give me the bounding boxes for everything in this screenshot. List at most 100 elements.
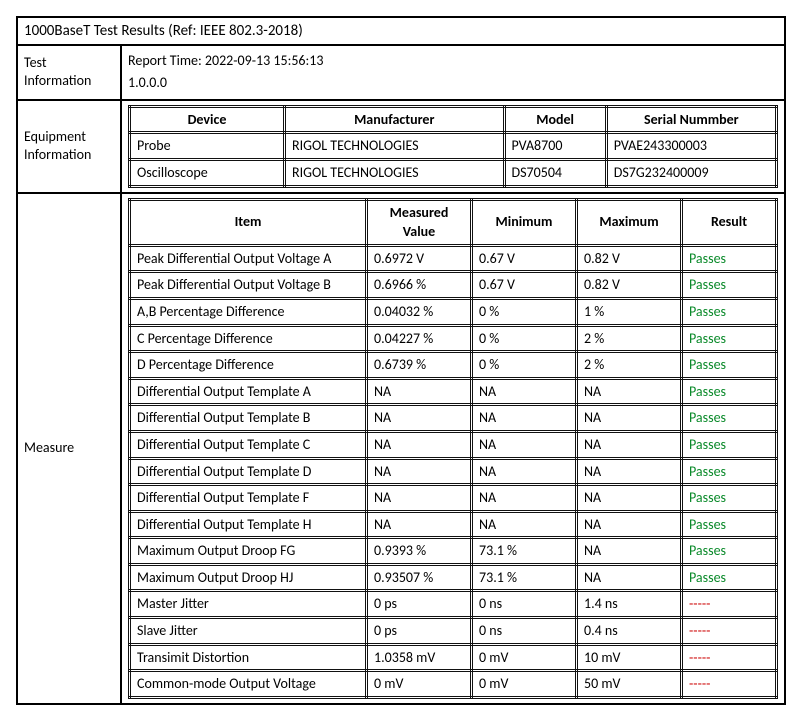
equipment-cell: RIGOL TECHNOLOGIES (285, 133, 505, 160)
measure-cell: 0.93507 % (367, 564, 472, 591)
measure-cell: 73.1 % (472, 564, 577, 591)
measure-cell: Peak Differential Output Voltage B (130, 272, 367, 299)
result-cell: Passes (682, 564, 777, 591)
measure-cell: NA (577, 485, 682, 512)
measure-cell: NA (367, 378, 472, 405)
equipment-content: DeviceManufacturerModelSerial Nummber Pr… (121, 100, 785, 193)
report-time: Report Time: 2022-09-13 15:56:13 (128, 50, 778, 72)
measure-cell: Master Jitter (130, 591, 367, 618)
result-cell: Passes (682, 245, 777, 272)
measure-cell: 0.9393 % (367, 538, 472, 565)
report-table: 1000BaseT Test Results (Ref: IEEE 802.3-… (16, 16, 786, 705)
equipment-header-row: DeviceManufacturerModelSerial Nummber (130, 106, 777, 133)
measure-cell: NA (472, 511, 577, 538)
measure-cell: Common-mode Output Voltage (130, 671, 367, 698)
equipment-row: OscilloscopeRIGOL TECHNOLOGIESDS70504DS7… (130, 159, 777, 186)
measure-cell: NA (367, 431, 472, 458)
measure-cell: 73.1 % (472, 538, 577, 565)
measure-cell: 0.67 V (472, 272, 577, 299)
section-label-test-info: Test Information (17, 45, 121, 100)
measure-cell: Differential Output Template H (130, 511, 367, 538)
measure-header-cell: Result (682, 199, 777, 245)
measure-cell: 0 mV (472, 671, 577, 698)
measure-cell: 0 mV (367, 671, 472, 698)
measure-cell: NA (577, 405, 682, 432)
measure-cell: NA (577, 431, 682, 458)
equipment-cell: Oscilloscope (130, 159, 285, 186)
equipment-row: ProbeRIGOL TECHNOLOGIESPVA8700PVAE243300… (130, 133, 777, 160)
result-cell: Passes (682, 431, 777, 458)
equipment-header-cell: Manufacturer (285, 106, 505, 133)
report-title: 1000BaseT Test Results (Ref: IEEE 802.3-… (17, 17, 785, 45)
measure-cell: NA (472, 405, 577, 432)
measure-cell: NA (367, 485, 472, 512)
measure-cell: 0.6739 % (367, 352, 472, 379)
measure-cell: NA (577, 378, 682, 405)
measure-cell: 2 % (577, 325, 682, 352)
measure-row: Differential Output Template FNANANAPass… (130, 485, 777, 512)
measure-cell: 0.04032 % (367, 298, 472, 325)
equipment-cell: Probe (130, 133, 285, 160)
result-cell: ----- (682, 618, 777, 645)
measure-row: Peak Differential Output Voltage A0.6972… (130, 245, 777, 272)
result-cell: Passes (682, 378, 777, 405)
measure-row: Maximum Output Droop HJ0.93507 %73.1 %NA… (130, 564, 777, 591)
measure-cell: 0.4 ns (577, 618, 682, 645)
measure-cell: 0 ns (472, 618, 577, 645)
result-cell: Passes (682, 352, 777, 379)
measure-cell: 1.0358 mV (367, 644, 472, 671)
measure-cell: Peak Differential Output Voltage A (130, 245, 367, 272)
measure-cell: 0 % (472, 325, 577, 352)
equipment-table: DeviceManufacturerModelSerial Nummber Pr… (128, 105, 778, 188)
measure-cell: 0 % (472, 352, 577, 379)
measure-cell: 0.6966 % (367, 272, 472, 299)
measure-cell: Maximum Output Droop HJ (130, 564, 367, 591)
measure-content: ItemMeasured ValueMinimumMaximumResult P… (121, 193, 785, 704)
measure-cell: C Percentage Difference (130, 325, 367, 352)
measure-cell: NA (367, 458, 472, 485)
measure-header-cell: Maximum (577, 199, 682, 245)
measure-cell: NA (367, 405, 472, 432)
measure-cell: NA (577, 564, 682, 591)
measure-cell: Differential Output Template A (130, 378, 367, 405)
measure-cell: 0.04227 % (367, 325, 472, 352)
measure-cell: 1 % (577, 298, 682, 325)
measure-row: A,B Percentage Difference0.04032 %0 %1 %… (130, 298, 777, 325)
result-cell: Passes (682, 485, 777, 512)
result-cell: Passes (682, 538, 777, 565)
measure-row: Common-mode Output Voltage0 mV0 mV50 mV-… (130, 671, 777, 698)
measure-header-cell: Item (130, 199, 367, 245)
measure-cell: 50 mV (577, 671, 682, 698)
report-version: 1.0.0.0 (128, 72, 778, 94)
measure-row: D Percentage Difference0.6739 %0 %2 %Pas… (130, 352, 777, 379)
equipment-cell: DS7G232400009 (606, 159, 776, 186)
measure-cell: 0.82 V (577, 272, 682, 299)
measure-cell: NA (472, 378, 577, 405)
measure-cell: 0 % (472, 298, 577, 325)
equipment-cell: DS70504 (504, 159, 606, 186)
measure-cell: 0.67 V (472, 245, 577, 272)
measure-row: Differential Output Template BNANANAPass… (130, 405, 777, 432)
measure-cell: Maximum Output Droop FG (130, 538, 367, 565)
measure-cell: 10 mV (577, 644, 682, 671)
test-info-content: Report Time: 2022-09-13 15:56:13 1.0.0.0 (121, 45, 785, 100)
measure-row: Differential Output Template ANANANAPass… (130, 378, 777, 405)
measure-cell: Differential Output Template D (130, 458, 367, 485)
measure-cell: 0.82 V (577, 245, 682, 272)
equipment-header-cell: Serial Nummber (606, 106, 776, 133)
measure-row: Maximum Output Droop FG0.9393 %73.1 %NAP… (130, 538, 777, 565)
measure-row: Slave Jitter0 ps0 ns0.4 ns----- (130, 618, 777, 645)
result-cell: Passes (682, 272, 777, 299)
result-cell: ----- (682, 671, 777, 698)
equipment-cell: PVAE243300003 (606, 133, 776, 160)
result-cell: Passes (682, 325, 777, 352)
result-cell: ----- (682, 644, 777, 671)
measure-cell: NA (577, 511, 682, 538)
result-cell: Passes (682, 298, 777, 325)
measure-row: Differential Output Template HNANANAPass… (130, 511, 777, 538)
measure-cell: 0 mV (472, 644, 577, 671)
measure-cell: D Percentage Difference (130, 352, 367, 379)
equipment-header-cell: Device (130, 106, 285, 133)
measure-cell: NA (367, 511, 472, 538)
measure-cell: 1.4 ns (577, 591, 682, 618)
